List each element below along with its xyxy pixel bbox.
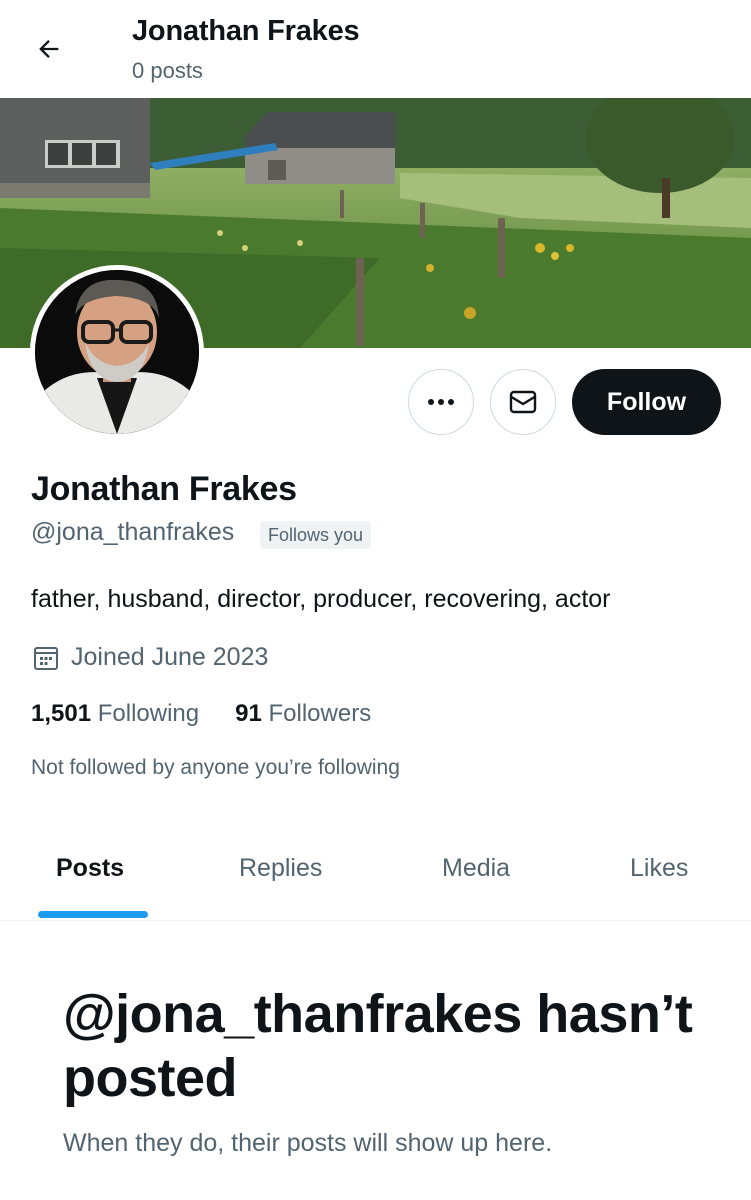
top-bar: Jonathan Frakes 0 posts xyxy=(0,0,751,98)
envelope-icon xyxy=(509,390,537,414)
following-link[interactable]: 1,501 Following xyxy=(31,700,199,728)
not-followed-note: Not followed by anyone you’re following xyxy=(31,756,400,779)
more-dots-icon xyxy=(428,399,454,405)
tab-likes[interactable]: Likes xyxy=(630,854,688,883)
message-button[interactable] xyxy=(490,369,556,435)
avatar[interactable] xyxy=(30,265,204,439)
tab-media[interactable]: Media xyxy=(442,854,510,883)
header-post-count: 0 posts xyxy=(132,58,203,83)
profile-display-name: Jonathan Frakes xyxy=(31,470,297,508)
followers-label: Followers xyxy=(268,700,372,727)
arrow-left-icon xyxy=(39,40,59,58)
empty-state-subtitle: When they do, their posts will show up h… xyxy=(63,1129,553,1157)
header-name: Jonathan Frakes xyxy=(132,15,360,47)
followers-link[interactable]: 91 Followers xyxy=(235,700,371,728)
joined-text: Joined June 2023 xyxy=(71,643,269,671)
profile-bio: father, husband, director, producer, rec… xyxy=(31,585,611,613)
more-button[interactable] xyxy=(408,369,474,435)
follow-button[interactable]: Follow xyxy=(572,369,721,435)
profile-tabs: Posts Replies Media Likes xyxy=(0,830,751,921)
joined-date: Joined June 2023 xyxy=(33,643,268,672)
back-button[interactable] xyxy=(26,26,72,72)
followers-count: 91 xyxy=(235,700,262,727)
profile-handle: @jona_thanfrakes xyxy=(31,518,235,546)
following-label: Following xyxy=(97,700,200,727)
follows-you-badge: Follows you xyxy=(260,521,372,549)
active-tab-indicator xyxy=(38,911,148,918)
tab-posts[interactable]: Posts xyxy=(56,854,124,883)
follow-stats: 1,501 Following 91 Followers xyxy=(31,700,371,728)
empty-state-title: @jona_thanfrakes hasn’t posted xyxy=(63,984,693,1108)
calendar-icon xyxy=(34,646,58,670)
following-count: 1,501 xyxy=(31,700,92,727)
tab-replies[interactable]: Replies xyxy=(239,854,322,883)
